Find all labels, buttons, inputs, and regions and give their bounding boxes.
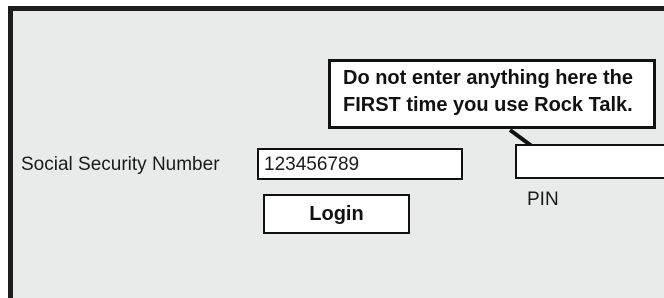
pin-input[interactable] — [515, 144, 664, 179]
first-time-callout: Do not enter anything here the FIRST tim… — [328, 59, 656, 129]
callout-line-1: Do not enter anything here the — [343, 67, 634, 89]
login-button[interactable]: Login — [263, 194, 410, 234]
ssn-input[interactable] — [257, 148, 463, 180]
ssn-label: Social Security Number — [21, 154, 220, 175]
callout-line-2: FIRST time you use Rock Talk. — [343, 94, 633, 116]
pin-label: PIN — [527, 189, 559, 210]
